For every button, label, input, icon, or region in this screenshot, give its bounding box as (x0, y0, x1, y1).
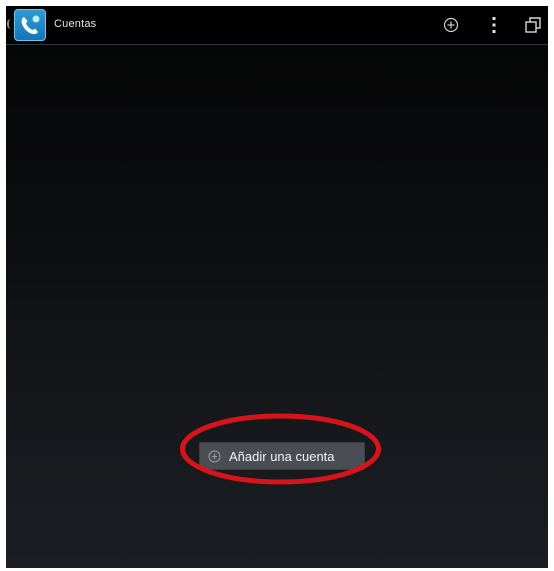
action-bar: Cuentas (6, 6, 548, 45)
add-circle-icon (207, 449, 221, 463)
up-navigation-icon[interactable] (7, 19, 13, 29)
add-account-action-button[interactable] (438, 12, 464, 38)
recent-apps-button[interactable] (520, 12, 546, 38)
overflow-menu-icon (492, 17, 496, 33)
page-title: Cuentas (54, 18, 97, 30)
add-account-button[interactable]: Añadir una cuenta (200, 443, 364, 469)
add-circle-icon (443, 17, 459, 33)
overflow-menu-button[interactable] (481, 12, 507, 38)
phone-app-icon[interactable] (14, 9, 46, 41)
add-account-label: Añadir una cuenta (229, 448, 335, 464)
accounts-screen: Cuentas Añadir una cuenta (6, 6, 548, 568)
recent-apps-icon (525, 17, 541, 33)
